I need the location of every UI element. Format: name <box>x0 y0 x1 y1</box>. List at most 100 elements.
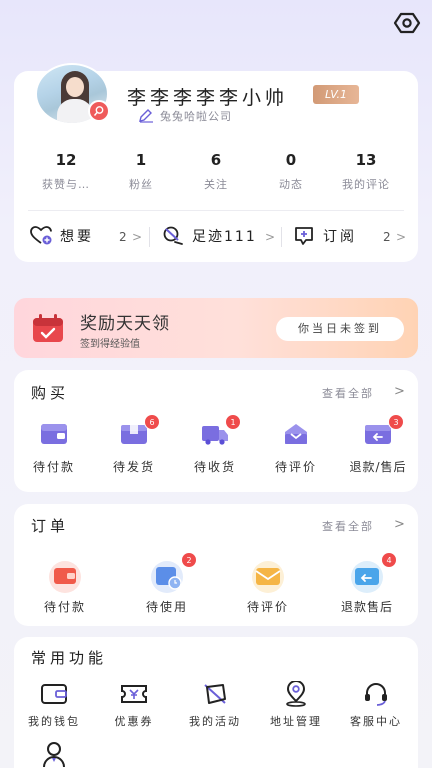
function-item-user[interactable] <box>14 741 94 767</box>
item-label: 待付款 <box>32 460 75 474</box>
stat-value: 1 <box>135 151 147 169</box>
quick-link-label: 订阅 <box>323 229 357 245</box>
function-item-address[interactable]: 地址管理 <box>256 681 336 729</box>
stat-following[interactable]: 6 关注 <box>178 151 254 192</box>
item-label: 待发货 <box>112 460 155 474</box>
item-label: 待收货 <box>193 460 236 474</box>
orders-section: 订单 查看全部 > 待付款 2 待使用 待评价 4 退款售后 <box>14 504 418 626</box>
purchase-item-refund[interactable]: 3 退款/售后 <box>336 414 420 475</box>
review-inbox-icon <box>282 422 310 446</box>
location-icon <box>282 681 310 707</box>
functions-section: 常用功能 我的钱包 优惠券 我的活动 地址管理 客服中心 <box>14 637 418 768</box>
reward-banner[interactable]: 奖励天天领 签到得经验值 你当日未签到 <box>14 298 418 358</box>
purchase-section: 购买 查看全部 > 待付款 6 待发货 1 待收货 待评价 3 退款/售后 <box>14 370 418 492</box>
envelope-icon <box>246 558 290 594</box>
reward-subtitle: 签到得经验值 <box>80 339 140 350</box>
separator <box>149 227 150 247</box>
stat-value: 6 <box>210 151 222 169</box>
stat-label: 获赞与… <box>42 178 90 191</box>
function-item-wallet[interactable]: 我的钱包 <box>14 681 94 729</box>
chevron-right-icon: > <box>396 230 407 244</box>
purchase-item-pending-receipt[interactable]: 1 待收货 <box>175 414 255 475</box>
order-item-pending-payment[interactable]: 待付款 <box>24 558 106 615</box>
section-title: 订单 <box>31 517 70 535</box>
function-item-coupon[interactable]: 优惠券 <box>94 681 174 729</box>
order-item-refund[interactable]: 4 退款售后 <box>326 552 408 615</box>
item-label: 优惠券 <box>114 715 154 728</box>
section-title: 购买 <box>31 384 70 402</box>
purchase-item-pending-review[interactable]: 待评价 <box>256 422 336 475</box>
stat-comments[interactable]: 13 我的评论 <box>328 151 404 192</box>
stat-label: 关注 <box>204 178 228 191</box>
item-label: 地址管理 <box>270 715 322 728</box>
function-item-activity[interactable]: 我的活动 <box>175 681 255 729</box>
quick-link-label: 足迹111 <box>192 229 257 245</box>
stats-row: 12 获赞与… 1 粉丝 6 关注 0 动态 13 我的评论 <box>14 151 418 195</box>
see-all-link[interactable]: 查看全部 <box>322 385 374 401</box>
subscribe-plus-icon <box>293 226 315 246</box>
wallet-icon <box>40 422 68 446</box>
item-label: 待付款 <box>43 600 86 614</box>
wallet-icon <box>43 558 87 594</box>
item-label: 待使用 <box>145 600 188 614</box>
separator <box>281 227 282 247</box>
quick-link-subscribe[interactable]: 订阅 <box>293 223 357 249</box>
badge-count: 1 <box>225 414 241 430</box>
footprint-icon <box>162 226 184 246</box>
truck-icon: 1 <box>201 414 241 446</box>
item-label: 我的活动 <box>189 715 241 728</box>
quick-link-count: 2 <box>119 230 127 244</box>
username: 李李李李李小帅 <box>127 87 289 109</box>
ticket-clock-icon: 2 <box>145 552 197 594</box>
quick-link-want[interactable]: 想要 <box>30 223 94 249</box>
see-all-link[interactable]: 查看全部 <box>322 518 374 534</box>
item-label: 待评价 <box>274 460 317 474</box>
stat-value: 12 <box>55 151 77 169</box>
chevron-right-icon: > <box>265 230 276 244</box>
activity-icon <box>201 681 229 707</box>
avatar[interactable] <box>35 63 110 125</box>
level-badge: LV.1 <box>313 85 359 104</box>
company-name: 兔兔哈啦公司 <box>160 110 232 123</box>
sign-in-button[interactable]: 你当日未签到 <box>276 317 404 341</box>
item-label: 待评价 <box>246 600 289 614</box>
settings-hexagon-icon[interactable] <box>393 9 421 37</box>
heart-plus-icon <box>30 226 52 246</box>
stat-label: 我的评论 <box>342 178 390 191</box>
item-label: 我的钱包 <box>28 715 80 728</box>
stat-value: 13 <box>355 151 377 169</box>
reward-title: 奖励天天领 <box>80 314 170 334</box>
section-title: 常用功能 <box>31 649 108 667</box>
purchase-item-pending-shipment[interactable]: 6 待发货 <box>94 414 174 475</box>
stat-fans[interactable]: 1 粉丝 <box>103 151 179 192</box>
stat-label: 粉丝 <box>129 178 153 191</box>
user-icon <box>40 741 68 767</box>
order-item-to-use[interactable]: 2 待使用 <box>126 552 208 615</box>
wallet-icon <box>40 681 68 707</box>
divider <box>28 210 404 211</box>
pen-icon <box>138 109 154 123</box>
badge-count: 4 <box>381 552 397 568</box>
profile-card: 李李李李李小帅 LV.1 兔兔哈啦公司 12 获赞与… 1 粉丝 6 关注 0 … <box>14 63 418 262</box>
purchase-item-pending-payment[interactable]: 待付款 <box>14 422 94 475</box>
quick-link-label: 想要 <box>60 229 94 245</box>
item-label: 客服中心 <box>350 715 402 728</box>
coupon-icon <box>120 681 148 707</box>
avatar-badge-icon <box>88 100 110 122</box>
function-item-customer-service[interactable]: 客服中心 <box>336 681 416 729</box>
stat-likes[interactable]: 12 获赞与… <box>28 151 104 192</box>
order-item-to-review[interactable]: 待评价 <box>227 558 309 615</box>
item-label: 退款售后 <box>340 600 393 614</box>
stat-label: 动态 <box>279 178 303 191</box>
badge-count: 6 <box>144 414 160 430</box>
stat-value: 0 <box>285 151 297 169</box>
quick-link-footprint[interactable]: 足迹111 <box>162 223 257 249</box>
calendar-icon <box>32 313 64 343</box>
refund-icon: 3 <box>364 414 404 446</box>
refund-icon: 4 <box>345 552 397 594</box>
package-icon: 6 <box>120 414 160 446</box>
chevron-right-icon: > <box>394 384 405 399</box>
chevron-right-icon: > <box>132 230 143 244</box>
stat-posts[interactable]: 0 动态 <box>253 151 329 192</box>
item-label: 退款/售后 <box>349 460 407 474</box>
